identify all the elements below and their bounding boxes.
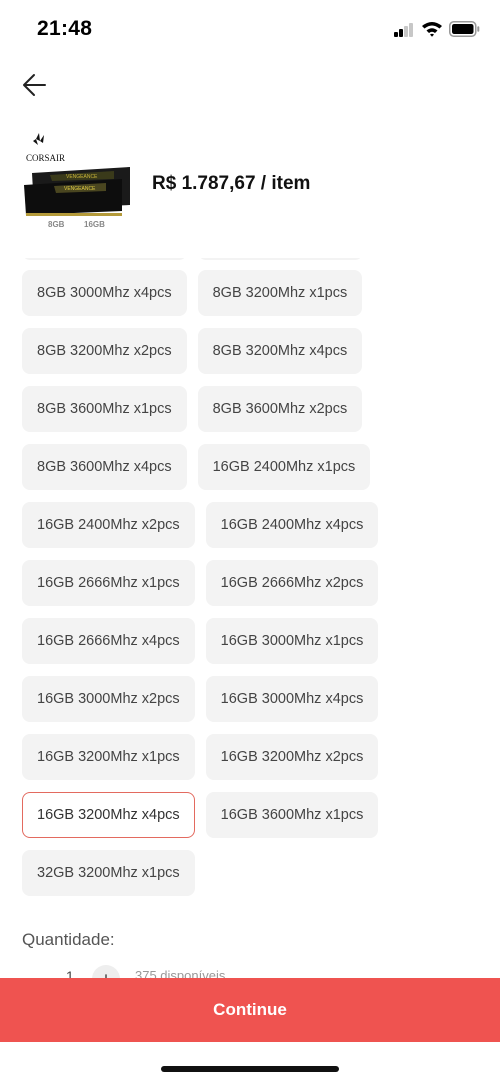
unit-price: R$ 1.787,67 / item [152, 173, 311, 194]
option-chip[interactable]: 16GB 2666Mhz x2pcs [205, 560, 379, 606]
status-time: 21:48 [37, 17, 93, 40]
options-grid: 8GB 3000Mhz x4pcs 8GB 3200Mhz x1pcs 8GB 32… [22, 270, 482, 896]
quantity-label: Quantidade: [22, 930, 115, 949]
option-chip[interactable]: 8GB 3600Mhz x1pcs [22, 386, 187, 432]
option-chip[interactable]: 16GB 3600Mhz x1pcs [205, 792, 379, 838]
status-bar: 21:48 [0, 0, 500, 58]
option-chip[interactable]: 16GB 3200Mhz x4pcs [22, 792, 195, 838]
option-chip-partial[interactable] [198, 258, 363, 260]
option-chip[interactable]: 16GB 3200Mhz x1pcs [22, 734, 195, 780]
option-chip[interactable]: 16GB 3200Mhz x2pcs [205, 734, 379, 780]
option-chip[interactable]: 16GB 2666Mhz x4pcs [22, 618, 195, 664]
home-indicator [161, 1066, 339, 1072]
continue-button[interactable]: Continue [0, 978, 500, 1042]
option-chip[interactable]: 16GB 2400Mhz x2pcs [22, 502, 195, 548]
option-chip[interactable]: 8GB 3200Mhz x4pcs [197, 328, 363, 374]
option-chip[interactable]: 16GB 2400Mhz x1pcs [197, 444, 371, 490]
product-header: CORSAIR VENGEANCE VENGEANCE 8GB 16GB R$ … [0, 125, 500, 235]
option-chip[interactable]: 16GB 2400Mhz x4pcs [205, 502, 379, 548]
ram-stick-front: VENGEANCE [24, 179, 122, 216]
variant-options-list[interactable]: 8GB 3000Mhz x4pcs 8GB 3200Mhz x1pcs 8GB 32… [0, 258, 500, 898]
back-button[interactable] [20, 70, 50, 100]
option-chip-partial[interactable] [22, 258, 187, 260]
battery-icon [449, 21, 480, 37]
image-label-8gb: 8GB [48, 220, 65, 229]
image-label-16gb: 16GB [84, 220, 105, 229]
brand-label: CORSAIR [26, 153, 65, 163]
cellular-signal-icon [394, 22, 414, 37]
corsair-logo: CORSAIR [26, 133, 65, 163]
option-chip[interactable]: 16GB 3000Mhz x1pcs [205, 618, 379, 664]
option-chip[interactable]: 16GB 3000Mhz x2pcs [22, 676, 195, 722]
option-chip[interactable]: 16GB 2666Mhz x1pcs [22, 560, 195, 606]
arrow-left-icon [23, 74, 46, 96]
svg-text:VENGEANCE: VENGEANCE [66, 174, 98, 180]
option-chip[interactable]: 32GB 3200Mhz x1pcs [22, 850, 195, 896]
option-chip[interactable]: 8GB 3000Mhz x4pcs [22, 270, 187, 316]
product-image: CORSAIR VENGEANCE VENGEANCE 8GB 16GB [24, 133, 130, 229]
product-options-screen: 21:48 CORSAIR VENGEANCE VENGEANCE 8GB 16… [0, 0, 500, 1082]
option-chip[interactable]: 16GB 3000Mhz x4pcs [205, 676, 379, 722]
option-chip[interactable]: 8GB 3200Mhz x1pcs [197, 270, 363, 316]
option-chip[interactable]: 8GB 3200Mhz x2pcs [22, 328, 187, 374]
wifi-icon [422, 22, 442, 37]
option-chip[interactable]: 8GB 3600Mhz x4pcs [22, 444, 187, 490]
svg-text:VENGEANCE: VENGEANCE [64, 186, 96, 192]
option-chip[interactable]: 8GB 3600Mhz x2pcs [197, 386, 363, 432]
